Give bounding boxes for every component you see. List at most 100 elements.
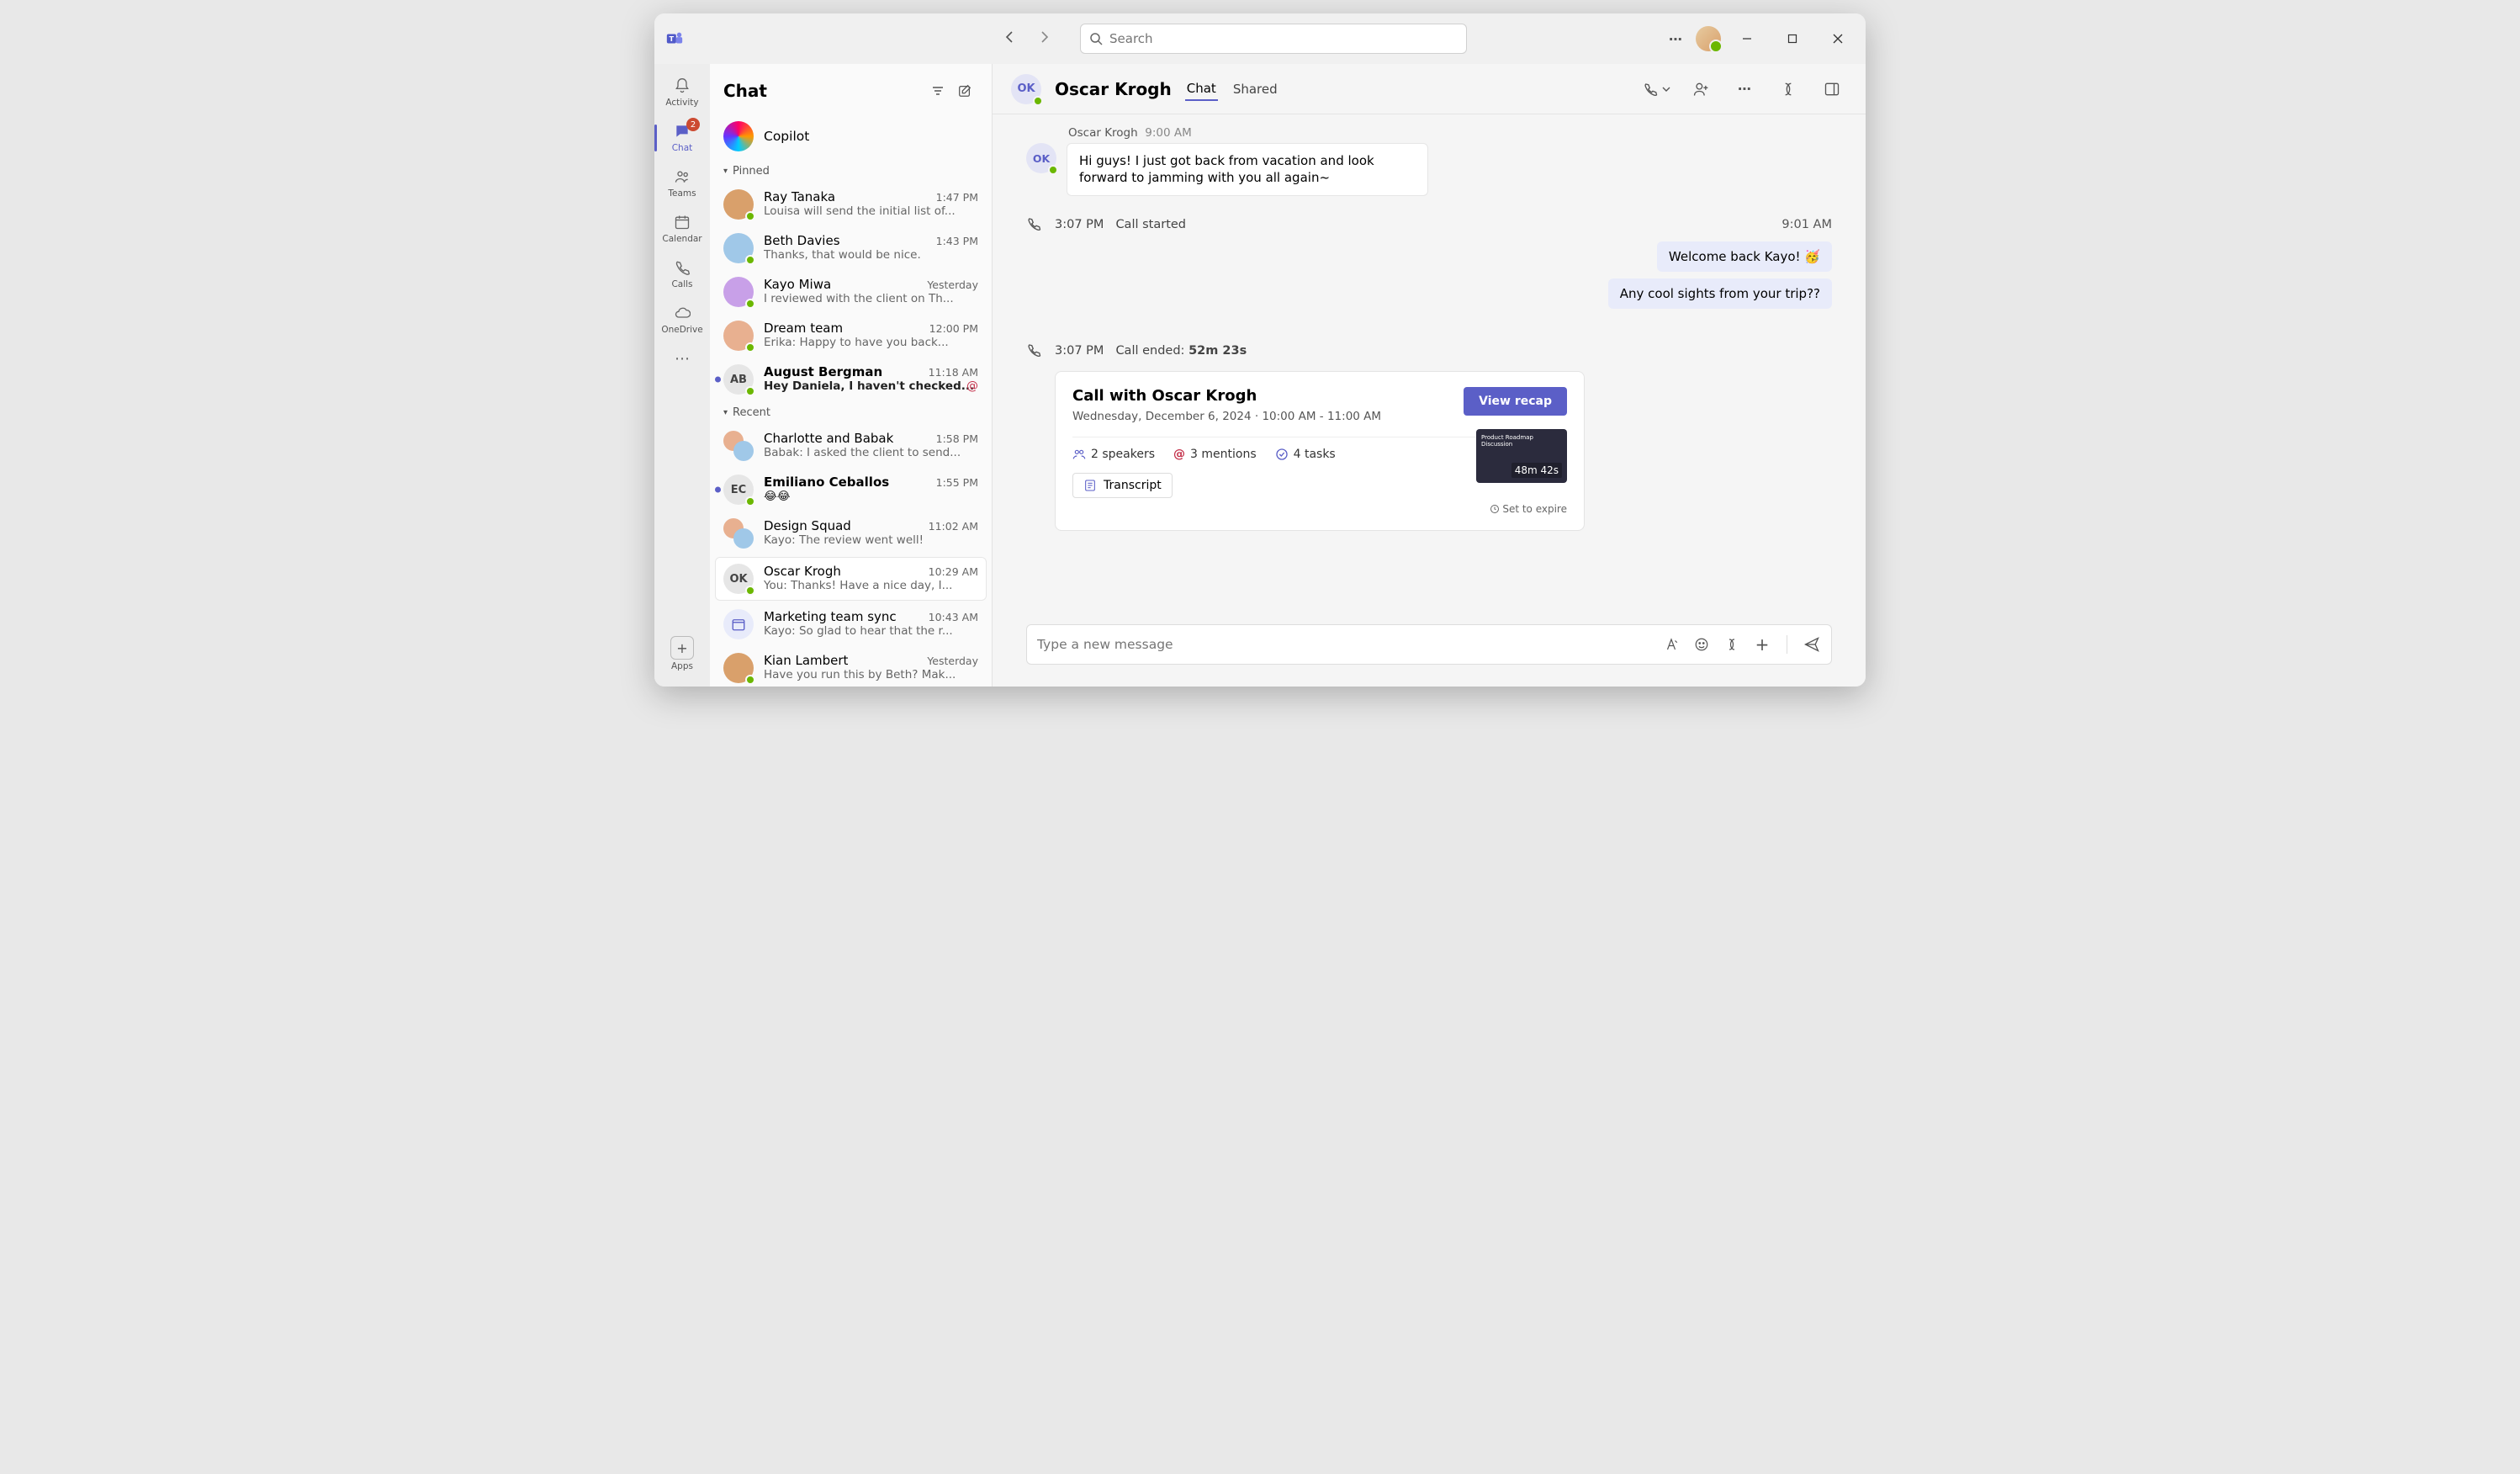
- rail-chat[interactable]: 2 Chat: [654, 116, 710, 160]
- cloud-icon: [672, 303, 692, 323]
- chat-list-title: Chat: [723, 81, 924, 101]
- pinned-section-header[interactable]: ▾ Pinned: [710, 160, 992, 183]
- transcript-button[interactable]: Transcript: [1072, 473, 1173, 498]
- more-icon: ⋯: [672, 348, 692, 368]
- phone-icon: [1026, 342, 1043, 359]
- expire-notice: Set to expire: [1072, 503, 1567, 515]
- section-label: Pinned: [733, 165, 770, 178]
- window-maximize-button[interactable]: [1773, 25, 1812, 52]
- chat-list-item[interactable]: ABAugust Bergman11:18 AMHey Daniela, I h…: [710, 358, 992, 401]
- send-button[interactable]: [1803, 635, 1821, 654]
- copilot-compose-button[interactable]: [1723, 635, 1741, 654]
- rail-apps[interactable]: + Apps: [670, 631, 694, 678]
- chat-list-item[interactable]: Ray Tanaka1:47 PMLouisa will send the in…: [710, 183, 992, 226]
- rail-more[interactable]: ⋯: [654, 343, 710, 375]
- message-bubble[interactable]: Hi guys! I just got back from vacation a…: [1067, 143, 1428, 196]
- chat-list-item[interactable]: ECEmiliano Ceballos1:55 PM😂😂: [710, 468, 992, 512]
- attach-button[interactable]: +: [1753, 635, 1771, 654]
- chat-item-name: Charlotte and Babak: [764, 431, 936, 446]
- presence-indicator: [745, 211, 755, 221]
- chat-list-item[interactable]: Marketing team sync10:43 AMKayo: So glad…: [710, 602, 992, 646]
- chat-list-item[interactable]: Beth Davies1:43 PMThanks, that would be …: [710, 226, 992, 270]
- titlebar-right: ⋯: [1662, 25, 1857, 52]
- rail-label: Activity: [665, 98, 698, 108]
- call-button[interactable]: [1642, 74, 1672, 104]
- chat-item-name: Dream team: [764, 321, 929, 336]
- conversation-avatar[interactable]: OK: [1011, 74, 1041, 104]
- chat-list-item[interactable]: Kayo MiwaYesterdayI reviewed with the cl…: [710, 270, 992, 314]
- svg-text:T: T: [670, 34, 675, 43]
- chat-item-main: Oscar Krogh10:29 AMYou: Thanks! Have a n…: [764, 564, 978, 594]
- new-chat-button[interactable]: [951, 77, 978, 104]
- chat-item-main: August Bergman11:18 AMHey Daniela, I hav…: [764, 364, 978, 395]
- format-button[interactable]: [1662, 635, 1681, 654]
- copilot-icon: [723, 121, 754, 151]
- chat-list-item[interactable]: OKOscar Krogh10:29 AMYou: Thanks! Have a…: [715, 557, 987, 601]
- composer-area: +: [993, 624, 1866, 687]
- rail-teams[interactable]: Teams: [654, 162, 710, 205]
- open-pane-button[interactable]: [1817, 74, 1847, 104]
- chat-item-preview: Louisa will send the initial list of...: [764, 204, 978, 218]
- chat-item-main: Charlotte and Babak1:58 PMBabak: I asked…: [764, 431, 978, 461]
- rail-activity[interactable]: Activity: [654, 71, 710, 114]
- chevron-down-icon: ▾: [723, 408, 728, 417]
- call-started-row: 3:07 PM Call started 9:01 AM: [1026, 216, 1832, 233]
- settings-more-icon[interactable]: ⋯: [1662, 25, 1689, 52]
- chat-item-preview: Hey Daniela, I haven't checked...: [764, 379, 978, 393]
- message-bubble[interactable]: Welcome back Kayo! 🥳: [1657, 241, 1832, 272]
- recent-list: Charlotte and Babak1:58 PMBabak: I asked…: [710, 424, 992, 687]
- chat-item-avatar: [723, 431, 754, 461]
- chat-list-header: Chat: [710, 64, 992, 113]
- nav-back-button[interactable]: [996, 24, 1024, 53]
- copilot-item[interactable]: Copilot: [710, 113, 992, 160]
- chat-item-preview: Thanks, that would be nice.: [764, 248, 978, 262]
- sender-avatar[interactable]: OK: [1026, 143, 1056, 173]
- current-user-avatar[interactable]: [1696, 26, 1721, 51]
- chat-item-time: 1:58 PM: [936, 432, 978, 445]
- recent-section-header[interactable]: ▾ Recent: [710, 401, 992, 424]
- tasks-stat: 4 tasks: [1275, 448, 1336, 461]
- more-options-button[interactable]: ⋯: [1729, 74, 1760, 104]
- filter-button[interactable]: [924, 77, 951, 104]
- add-people-button[interactable]: [1686, 74, 1716, 104]
- composer-actions: +: [1662, 635, 1821, 654]
- chat-item-time: Yesterday: [927, 655, 978, 667]
- chat-list-item[interactable]: Kian LambertYesterdayHave you run this b…: [710, 646, 992, 687]
- composer-input[interactable]: [1037, 637, 1662, 652]
- message-bubble[interactable]: Any cool sights from your trip??: [1608, 278, 1832, 309]
- rail-onedrive[interactable]: OneDrive: [654, 298, 710, 342]
- nav-forward-button[interactable]: [1030, 24, 1058, 53]
- system-time: 3:07 PM: [1055, 344, 1104, 358]
- emoji-button[interactable]: [1692, 635, 1711, 654]
- chat-list-item[interactable]: Design Squad11:02 AMKayo: The review wen…: [710, 512, 992, 555]
- window-close-button[interactable]: [1819, 25, 1857, 52]
- chat-item-main: Marketing team sync10:43 AMKayo: So glad…: [764, 609, 978, 639]
- chat-item-avatar: [723, 277, 754, 307]
- view-recap-button[interactable]: View recap: [1464, 387, 1567, 416]
- window-minimize-button[interactable]: [1728, 25, 1766, 52]
- teams-window: T ⋯ Activity: [654, 13, 1866, 687]
- rail-calendar[interactable]: Calendar: [654, 207, 710, 251]
- chat-list-item[interactable]: Dream team12:00 PMErika: Happy to have y…: [710, 314, 992, 358]
- mention-icon: @: [966, 379, 978, 393]
- copilot-pane-button[interactable]: [1773, 74, 1803, 104]
- chat-item-name: August Bergman: [764, 364, 929, 379]
- chat-item-preview: Kayo: The review went well!: [764, 533, 978, 547]
- search-box[interactable]: [1080, 24, 1467, 54]
- tab-shared[interactable]: Shared: [1231, 78, 1279, 100]
- chat-item-avatar: [723, 609, 754, 639]
- tab-chat[interactable]: Chat: [1185, 77, 1218, 101]
- chat-list-item[interactable]: Charlotte and Babak1:58 PMBabak: I asked…: [710, 424, 992, 468]
- message-meta: Oscar Krogh 9:00 AM: [1068, 126, 1832, 140]
- conversation-title: Oscar Krogh: [1055, 79, 1172, 99]
- rail-calls[interactable]: Calls: [654, 252, 710, 296]
- chat-badge: 2: [686, 118, 700, 131]
- chat-item-preview: Erika: Happy to have you back...: [764, 336, 978, 349]
- recording-thumbnail[interactable]: Product Roadmap Discussion 48m 42s: [1476, 429, 1567, 483]
- people-icon: [672, 167, 692, 187]
- chat-item-main: Kayo MiwaYesterdayI reviewed with the cl…: [764, 277, 978, 307]
- chat-item-name: Emiliano Ceballos: [764, 475, 936, 490]
- search-input[interactable]: [1109, 31, 1458, 46]
- rail-label: Apps: [671, 661, 693, 671]
- message-composer[interactable]: +: [1026, 624, 1832, 665]
